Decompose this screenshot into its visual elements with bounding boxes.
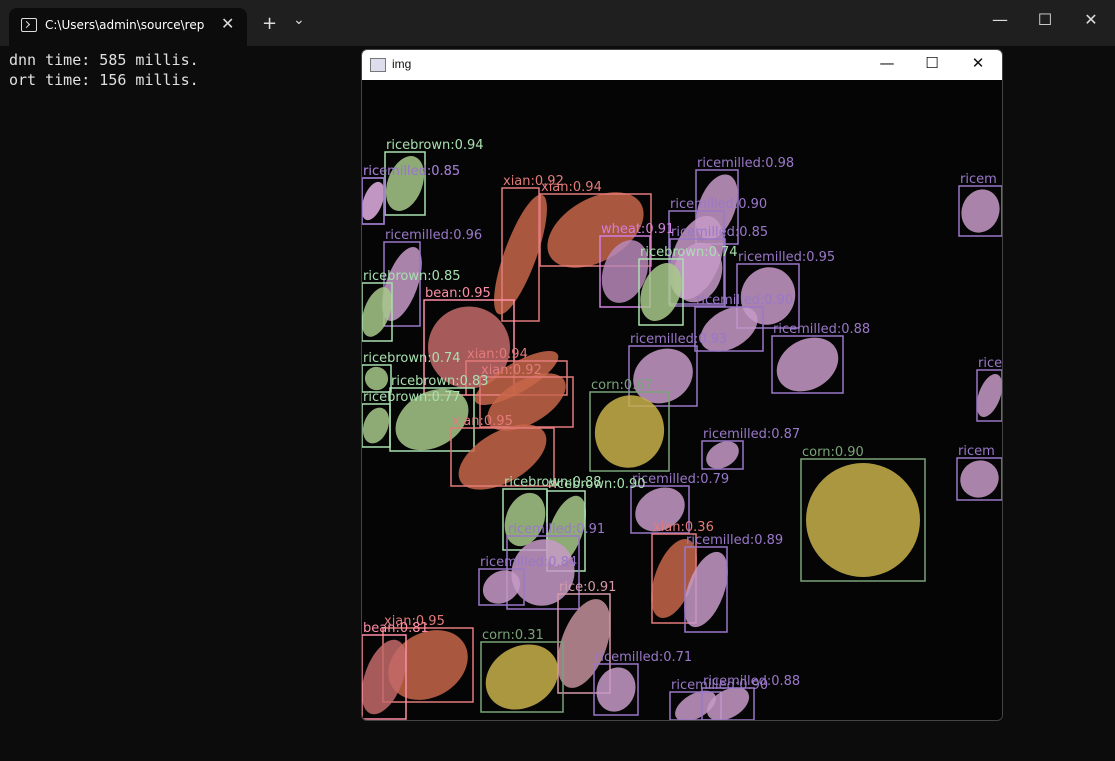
detection-ricemilled: ricem (956, 444, 1002, 501)
detection-corn: corn:0.31 (480, 628, 564, 713)
detection-label: ricebrown:0.77 (363, 390, 461, 405)
detection-label: ricem (958, 444, 995, 459)
detection-label: ricemilled:0.79 (632, 472, 729, 487)
grain-mask (960, 460, 999, 498)
detection-label: ricemilled:0.88 (773, 322, 870, 337)
detection-label: ricebrown:0.85 (363, 269, 461, 284)
detection-label: ricebrown:0.94 (386, 138, 484, 153)
img-window-titlebar[interactable]: img — ☐ ✕ (362, 50, 1002, 80)
terminal-titlebar: C:\Users\admin\source\repos ✕ + ⌄ — ☐ ✕ (0, 0, 1115, 46)
detection-ricemilled: ricem (958, 172, 1002, 237)
detection-label: ricebrown:0.90 (548, 477, 646, 492)
terminal-tab[interactable]: C:\Users\admin\source\repos ✕ (9, 8, 247, 46)
maximize-icon[interactable]: ☐ (912, 54, 952, 72)
detection-label: corn:0.90 (802, 445, 864, 460)
detection-label: ricemilled:0.85 (363, 164, 460, 179)
detection-corn: corn:0.90 (800, 445, 926, 582)
chevron-down-icon[interactable]: ⌄ (293, 12, 305, 28)
img-window-title: img (392, 57, 412, 71)
detection-label: ricemilled:0.91 (508, 522, 605, 537)
img-window[interactable]: img — ☐ ✕ ricebrown:0.94 ricemilled:0.85 x… (361, 49, 1003, 721)
detection-label: rice:0.91 (559, 580, 616, 595)
detection-label: xian:0.94 (467, 347, 528, 362)
detection-ricemilled: ricemilled:0.89 (684, 533, 783, 633)
detection-label: ricemilled:0.89 (686, 533, 783, 548)
detection-label: ricemilled:0.88 (703, 674, 800, 689)
detection-label: ricem (960, 172, 997, 187)
close-tab-icon[interactable]: ✕ (221, 14, 234, 33)
detection-label: ricebrown:0.74 (363, 351, 461, 366)
detection-label: ricemilled:0.87 (703, 427, 800, 442)
console-output: dnn time: 585 millis. ort time: 156 milli… (9, 50, 199, 90)
grain-mask (385, 156, 425, 211)
detection-label: ricemilled:0.98 (697, 156, 794, 171)
detection-label: xian:0.94 (541, 180, 602, 195)
grain-mask (596, 667, 636, 712)
grain-mask (976, 374, 1002, 417)
detection-label: ricemilled:0.71 (595, 650, 692, 665)
detection-label: corn:0.67 (591, 378, 653, 393)
minimize-icon[interactable]: — (867, 54, 907, 72)
detection-label: ricemilled:0.85 (671, 225, 768, 240)
grain-mask (776, 337, 839, 392)
detection-label: ricemilled:0.90 (670, 197, 767, 212)
console-line: ort time: 156 millis. (9, 71, 199, 89)
detection-label: bean:0.95 (425, 286, 491, 301)
detection-label: ricemilled:0.84 (480, 555, 577, 570)
terminal-icon (21, 18, 37, 32)
detection-ricemilled: rice (976, 356, 1002, 422)
detection-label: rice (978, 356, 1002, 371)
console-line: dnn time: 585 millis. (9, 51, 199, 69)
detection-label: ricemilled:0.96 (385, 228, 482, 243)
detection-ricemilled: ricemilled:0.88 (701, 674, 800, 720)
minimize-icon[interactable]: — (980, 10, 1020, 29)
detection-image: ricebrown:0.94ricemilled:0.85xian:0.92xi… (362, 138, 1002, 720)
detection-canvas: ricebrown:0.94 ricemilled:0.85 xian:0.92 xi… (362, 80, 1002, 720)
window-icon (370, 58, 386, 72)
detection-label: ricebrown:0.74 (640, 245, 738, 260)
detection-ricemilled: ricemilled:0.87 (701, 427, 800, 470)
grain-mask (961, 189, 1000, 233)
detection-label: corn:0.31 (482, 628, 544, 643)
close-icon[interactable]: ✕ (1071, 10, 1111, 29)
detection-ricemilled: ricemilled:0.88 (771, 322, 870, 394)
detection-label: ricemilled:0.95 (738, 250, 835, 265)
new-tab-icon[interactable]: + (262, 13, 277, 34)
detection-label: bean:0.81 (363, 621, 429, 636)
grain-mask (485, 644, 559, 710)
maximize-icon[interactable]: ☐ (1025, 10, 1065, 29)
detection-label: ricemilled:0.90 (696, 293, 793, 308)
grain-mask (362, 407, 390, 444)
tab-title: C:\Users\admin\source\repos (45, 18, 205, 32)
detection-label: wheat:0.91 (601, 222, 674, 237)
detection-label: xian:0.95 (452, 414, 513, 429)
grain-mask (806, 463, 920, 577)
detection-label: xian:0.92 (481, 363, 542, 378)
close-icon[interactable]: ✕ (958, 54, 998, 72)
detection-label: ricemilled:0.93 (630, 332, 727, 347)
detection-label: ricebrown:0.83 (391, 374, 489, 389)
